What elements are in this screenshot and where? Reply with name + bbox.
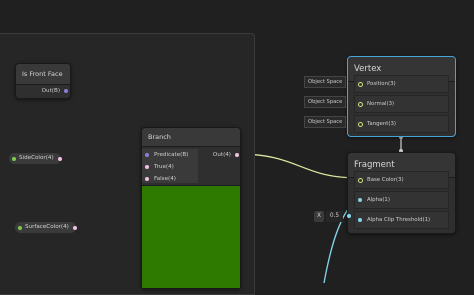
vertex-normal-block[interactable]: Normal(3) xyxy=(354,95,449,113)
branch-out-dot[interactable] xyxy=(235,153,239,157)
vertex-context[interactable]: Vertex Position(3) Normal(3) Tangent(3) xyxy=(347,56,456,137)
branch-node[interactable]: Branch Predicate(B) True(4) False(4) Out… xyxy=(141,127,241,289)
fragment-alpha-label: Alpha(1) xyxy=(367,197,390,203)
tangent-space-label: Object Space xyxy=(308,119,343,125)
surface-color-out-dot[interactable] xyxy=(72,225,77,230)
side-color-dot xyxy=(12,156,16,161)
branch-out-port[interactable]: Out(4) xyxy=(213,149,240,161)
is-front-face-out-port[interactable]: Out(B) xyxy=(16,85,70,97)
fragment-base-color-label: Base Color(3) xyxy=(367,177,404,183)
vertex-position-label: Position(3) xyxy=(367,81,396,87)
tangent-space-field[interactable]: Object Space xyxy=(304,116,347,128)
predicate-label: Predicate(B) xyxy=(154,152,189,158)
normal-space-field[interactable]: Object Space xyxy=(304,96,347,108)
branch-predicate-port[interactable]: Predicate(B) xyxy=(142,149,198,161)
normal-space-label: Object Space xyxy=(308,99,343,105)
vertex-tangent-block[interactable]: Tangent(3) xyxy=(354,115,449,133)
bool-out-dot[interactable] xyxy=(64,89,68,93)
alpha-in-dot[interactable] xyxy=(358,198,362,202)
side-color-out-dot[interactable] xyxy=(57,156,62,161)
side-color-label: SideColor(4) xyxy=(19,155,54,161)
wire-branch-out xyxy=(236,153,360,179)
branch-true-port[interactable]: True(4) xyxy=(142,161,198,173)
side-color-property[interactable]: SideColor(4) xyxy=(9,153,62,164)
surface-color-label: SurfaceColor(4) xyxy=(25,224,69,230)
branch-false-port[interactable]: False(4) xyxy=(142,173,198,185)
vertex-normal-label: Normal(3) xyxy=(367,101,395,107)
fragment-alpha-clip-label: Alpha Clip Threshold(1) xyxy=(367,217,431,223)
position-space-field[interactable]: Object Space xyxy=(304,76,347,88)
true-in-dot[interactable] xyxy=(145,165,149,169)
position-in-dot[interactable] xyxy=(357,81,363,87)
is-front-face-out-label: Out(B) xyxy=(41,88,60,94)
alpha-clip-axis: X xyxy=(314,211,324,222)
vertex-position-block[interactable]: Position(3) xyxy=(354,75,449,93)
branch-inputs: Predicate(B) True(4) False(4) xyxy=(142,149,198,183)
vertex-tangent-label: Tangent(3) xyxy=(367,121,397,127)
alpha-clip-value[interactable]: 0.5 xyxy=(325,211,344,222)
branch-title: Branch xyxy=(142,128,240,147)
normal-in-dot[interactable] xyxy=(357,101,363,107)
alpha-clip-in-dot[interactable] xyxy=(358,218,362,222)
surface-color-dot xyxy=(18,225,22,230)
tangent-in-dot[interactable] xyxy=(357,121,363,127)
fragment-alpha-block[interactable]: Alpha(1) xyxy=(354,191,449,209)
false-in-dot[interactable] xyxy=(145,177,149,181)
alpha-clip-connector-dot xyxy=(346,213,351,218)
alpha-clip-value-field[interactable]: X 0.5 xyxy=(314,211,351,222)
fragment-base-color-block[interactable]: Base Color(3) xyxy=(354,171,449,189)
branch-out-label: Out(4) xyxy=(212,152,231,158)
is-front-face-title: Is Front Face xyxy=(16,64,70,85)
predicate-in-dot[interactable] xyxy=(145,153,149,157)
false-label: False(4) xyxy=(154,176,176,182)
fragment-alpha-clip-block[interactable]: Alpha Clip Threshold(1) xyxy=(354,211,449,229)
fragment-context[interactable]: Fragment Base Color(3) Alpha(1) Alpha Cl… xyxy=(347,152,456,234)
base-color-in-dot[interactable] xyxy=(357,177,363,183)
branch-preview xyxy=(142,185,240,288)
position-space-label: Object Space xyxy=(308,79,343,85)
true-label: True(4) xyxy=(154,164,174,170)
is-front-face-node[interactable]: Is Front Face Out(B) xyxy=(15,63,71,99)
surface-color-property[interactable]: SurfaceColor(4) xyxy=(15,222,77,233)
